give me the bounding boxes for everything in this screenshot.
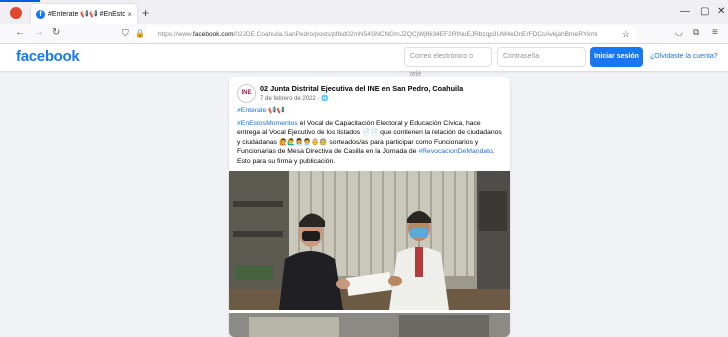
- shield-icon[interactable]: ⛉: [122, 28, 129, 39]
- forgot-account-link[interactable]: ¿Olvidaste la cuenta?: [650, 53, 718, 60]
- tab-close-icon[interactable]: ×: [127, 10, 132, 19]
- minimize-button[interactable]: —: [680, 6, 690, 17]
- reload-icon[interactable]: ↻: [52, 27, 60, 38]
- maximize-button[interactable]: ▢: [700, 6, 709, 17]
- photo-illustration: [229, 171, 510, 310]
- facebook-favicon-icon: f: [36, 9, 45, 19]
- hashtag-enterate[interactable]: #Enterate: [237, 107, 266, 114]
- extensions-icon[interactable]: ⧉: [693, 27, 699, 38]
- post-first-line: #Enterate 📢📢: [237, 106, 503, 116]
- url-bar[interactable]: https://www.facebook.com/02JDE.Coahuila.…: [146, 26, 636, 42]
- browser-nav-bar: ← → ↻ ⛉ 🔒 https://www.facebook.com/02JDE…: [0, 24, 728, 44]
- photo-illustration-second: [229, 313, 510, 337]
- megaphone-emoji: 📢📢: [268, 107, 285, 114]
- hashtag-revocaciondemandato[interactable]: #RevocacionDeMandato: [418, 148, 492, 155]
- post-photo[interactable]: [229, 171, 510, 310]
- star-icon[interactable]: ☆: [622, 29, 630, 40]
- tab-title: #Enterate 📢📢 #EnEstosMom: [48, 11, 126, 18]
- pocket-icon[interactable]: ◡: [675, 27, 683, 38]
- login-button[interactable]: Iniciar sesión: [590, 47, 643, 67]
- post-date[interactable]: 7 de febrero de 2022 · 🌐: [260, 95, 329, 102]
- back-arrow-icon[interactable]: ←: [15, 27, 25, 38]
- browser-tab-bar: f #Enterate 📢📢 #EnEstosMom × + — ▢ ✕: [0, 0, 728, 24]
- post-photo-second[interactable]: [229, 313, 510, 337]
- documents-emoji: 📄📄: [362, 129, 379, 136]
- avatar[interactable]: INE: [237, 84, 256, 103]
- close-window-button[interactable]: ✕: [717, 6, 725, 17]
- firefox-view-icon[interactable]: [10, 7, 22, 19]
- post-paragraph: #EnEstosMomentos el Vocal de Capacitació…: [237, 119, 503, 167]
- people-emoji: 🙋🙋‍♂️👩‍💼🧑‍💼👵🧓: [278, 138, 328, 146]
- lock-icon[interactable]: 🔒: [135, 29, 145, 38]
- tab-accent-line: [0, 0, 40, 2]
- menu-icon[interactable]: ≡: [712, 27, 718, 38]
- hashtag-enestosmomentos[interactable]: #EnEstosMomentos: [237, 120, 298, 127]
- forward-arrow-icon[interactable]: →: [34, 27, 44, 38]
- page-name-link[interactable]: 02 Junta Distrital Ejecutiva del INE en …: [260, 84, 463, 93]
- browser-tab-active[interactable]: f #Enterate 📢📢 #EnEstosMom ×: [31, 4, 137, 24]
- facebook-logo[interactable]: facebook: [16, 48, 80, 65]
- email-field[interactable]: Correo electrónico o telé: [404, 47, 492, 78]
- password-field[interactable]: Contraseña: [497, 47, 586, 67]
- post-card: INE 02 Junta Distrital Ejecutiva del INE…: [229, 77, 510, 337]
- url-text: https://www.facebook.com/02JDE.Coahuila.…: [158, 30, 598, 38]
- new-tab-button[interactable]: +: [142, 6, 149, 20]
- post-text: #Enterate 📢📢 #EnEstosMomentos el Vocal d…: [237, 106, 503, 166]
- facebook-header: facebook Correo electrónico o telé Contr…: [0, 44, 728, 78]
